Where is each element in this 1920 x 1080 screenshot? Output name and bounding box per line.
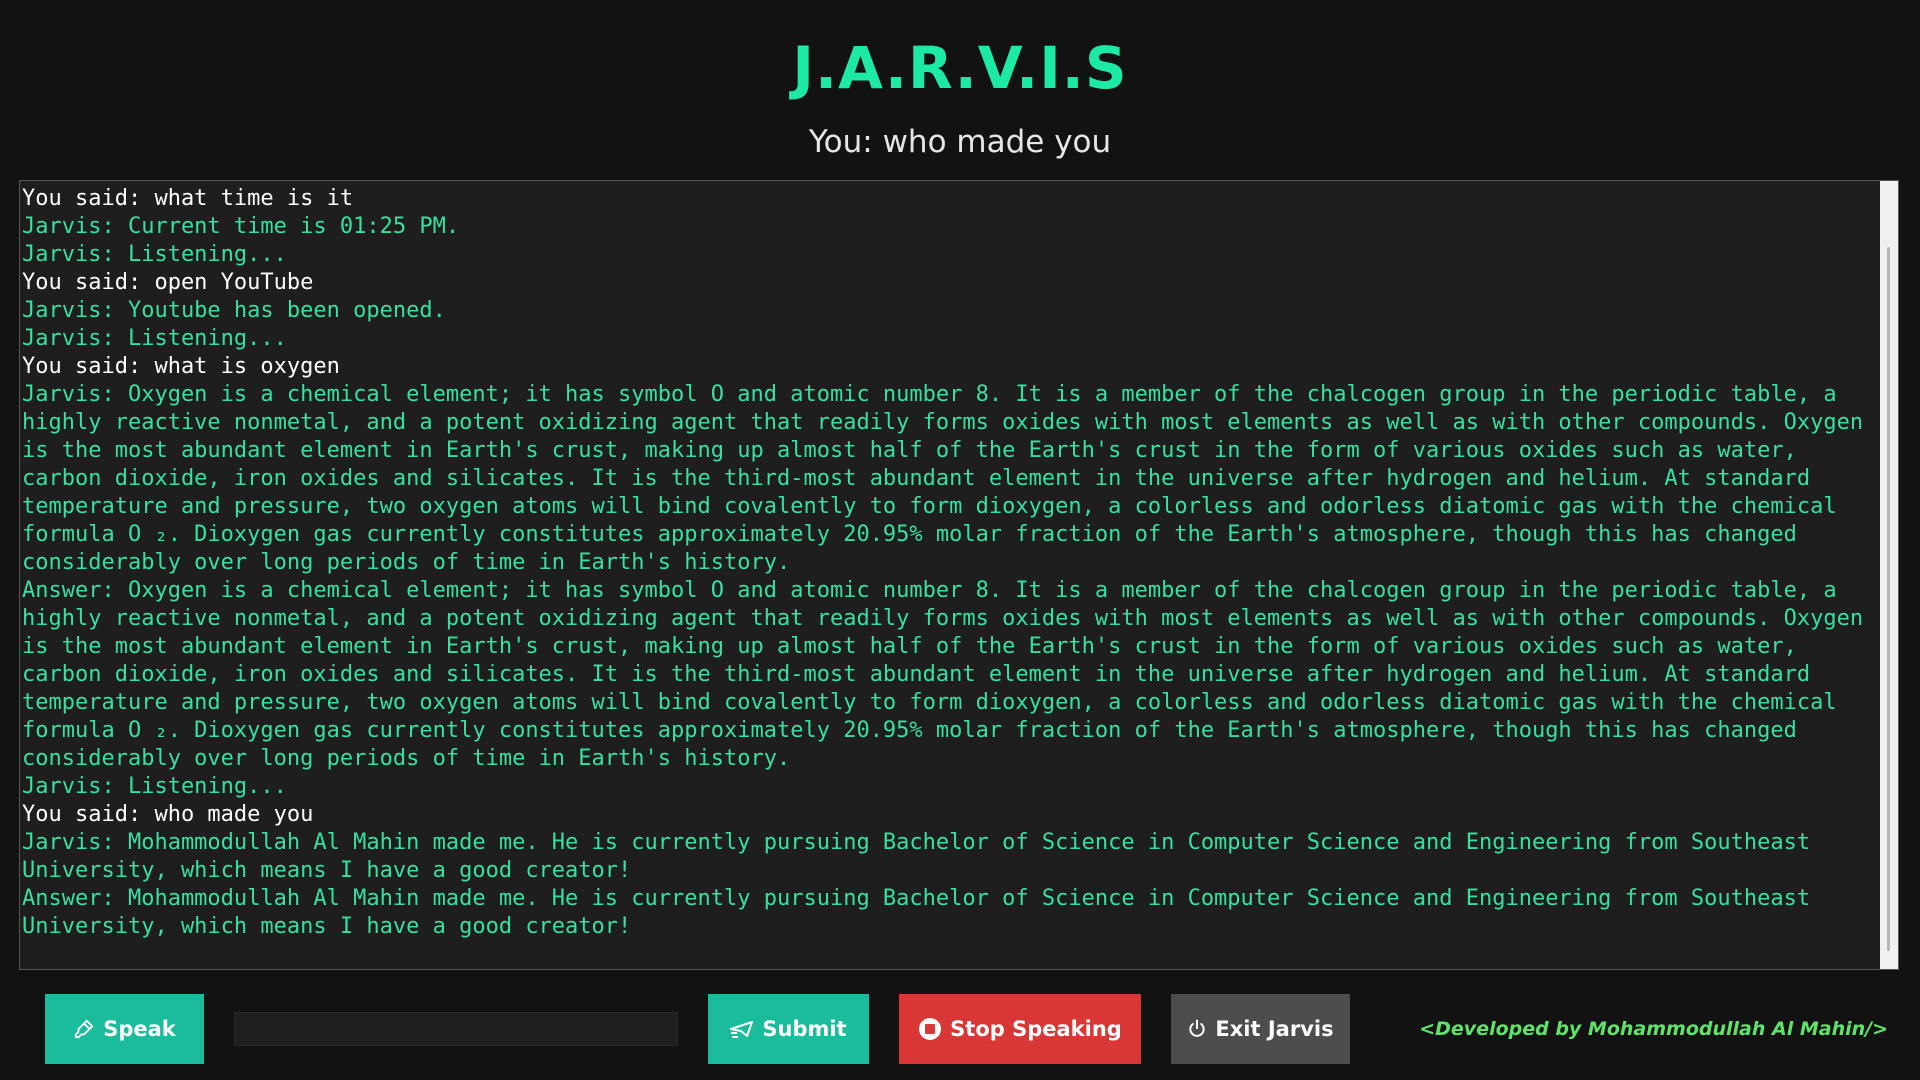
jarvis-message: Answer: Mohammodullah Al Mahin made me. …	[22, 886, 1824, 939]
submit-button[interactable]: Submit	[708, 994, 869, 1064]
send-icon	[730, 1019, 754, 1039]
scrollbar-thumb[interactable]	[1887, 247, 1890, 951]
speak-button[interactable]: Speak	[45, 994, 204, 1064]
current-query: You: who made you	[808, 124, 1112, 160]
microphone-icon	[73, 1018, 95, 1040]
stop-speaking-button-label: Stop Speaking	[950, 1017, 1122, 1041]
jarvis-message: Jarvis: Current time is 01:25 PM.	[22, 214, 460, 239]
stop-speaking-button[interactable]: Stop Speaking	[899, 994, 1141, 1064]
jarvis-message: Jarvis: Listening...	[22, 326, 287, 351]
exit-jarvis-button-label: Exit Jarvis	[1215, 1017, 1334, 1041]
user-message: You said: open YouTube	[22, 270, 314, 295]
user-message: You said: who made you	[22, 802, 314, 827]
app-title: J.A.R.V.I.S	[792, 34, 1128, 102]
jarvis-message: Jarvis: Listening...	[22, 242, 287, 267]
submit-button-label: Submit	[762, 1017, 847, 1041]
query-input[interactable]	[234, 1012, 678, 1046]
scrollbar[interactable]	[1880, 181, 1898, 969]
user-message: You said: what time is it	[22, 186, 354, 211]
jarvis-message: Jarvis: Listening...	[22, 774, 287, 799]
jarvis-app: J.A.R.V.I.S You: who made you You said: …	[0, 0, 1920, 1080]
developer-credit: <Developed by Mohammodullah Al Mahin/>	[1419, 1018, 1888, 1040]
stop-icon	[918, 1017, 942, 1041]
conversation-log[interactable]: You said: what time is it Jarvis: Current…	[19, 180, 1899, 970]
power-icon	[1187, 1019, 1207, 1039]
jarvis-message: Jarvis: Mohammodullah Al Mahin made me. …	[22, 830, 1824, 883]
exit-jarvis-button[interactable]: Exit Jarvis	[1171, 994, 1350, 1064]
user-message: You said: what is oxygen	[22, 354, 340, 379]
jarvis-message: Answer: Oxygen is a chemical element; it…	[22, 578, 1877, 771]
conversation-log-content: You said: what time is it Jarvis: Current…	[22, 185, 1882, 941]
speak-button-label: Speak	[103, 1017, 176, 1041]
jarvis-message: Jarvis: Youtube has been opened.	[22, 298, 446, 323]
jarvis-message: Jarvis: Oxygen is a chemical element; it…	[22, 382, 1877, 575]
